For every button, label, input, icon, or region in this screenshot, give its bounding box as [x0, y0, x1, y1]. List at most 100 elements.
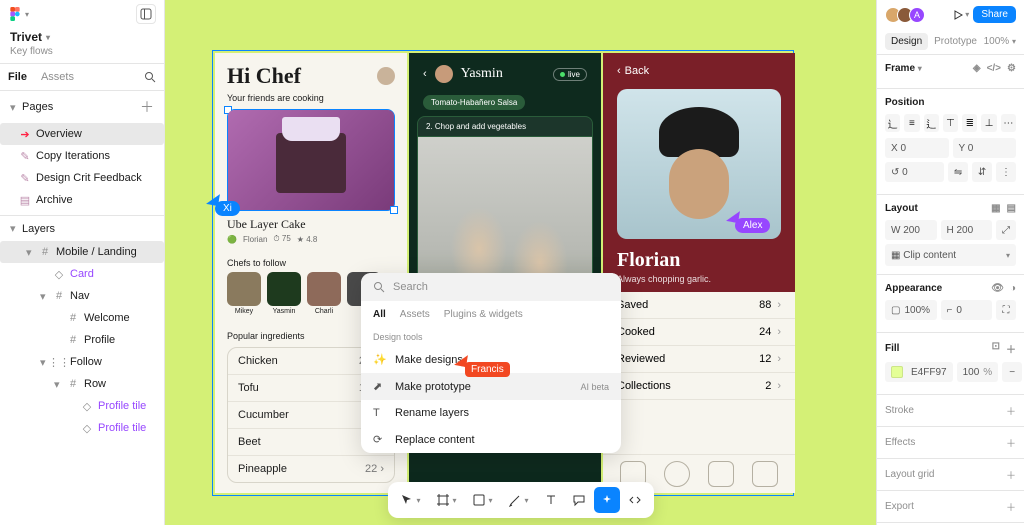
tab-video-icon[interactable] [708, 461, 734, 487]
layer-item[interactable]: ◇Profile tile [0, 395, 164, 417]
cursor-alex: Alex [735, 218, 770, 233]
radius-input[interactable]: ⌐0 [941, 300, 993, 320]
sparkle-icon [600, 493, 614, 507]
popover-tab[interactable]: Assets [400, 309, 430, 320]
align-hcenter-button[interactable]: ≡ [904, 114, 919, 132]
tool-shape[interactable]: ▾ [466, 487, 500, 513]
radius-detail-button[interactable]: ⛶ [996, 300, 1016, 320]
page-item[interactable]: ✎Design Crit Feedback [0, 167, 164, 189]
add-page-button[interactable]: ＋ [140, 97, 154, 117]
popover-tab[interactable]: All [373, 309, 386, 320]
back-button[interactable]: ‹ Back [603, 53, 795, 89]
stat-row[interactable]: Cooked24 › [603, 319, 795, 346]
remove-fill-button[interactable]: − [1002, 362, 1022, 382]
popover-action[interactable]: ⟳Replace content [361, 426, 621, 453]
popover-search-input[interactable]: Search [361, 273, 621, 301]
popover-action[interactable]: TRename layers [361, 400, 621, 426]
layer-item[interactable]: #Welcome [0, 307, 164, 329]
present-button[interactable]: ▾ [953, 10, 969, 20]
autolayout-tidy-icon[interactable]: ◈ [973, 63, 981, 74]
stat-row[interactable]: Saved88 › [603, 292, 795, 319]
rotation-input[interactable]: ↺ 0 [885, 162, 944, 182]
pages-header[interactable]: ▾Pages ＋ [0, 91, 164, 123]
zoom-dropdown[interactable]: 100% ▾ [984, 36, 1016, 47]
ingredient-row[interactable]: Pineapple22 › [228, 456, 394, 482]
layout-label: Layout [885, 203, 918, 214]
height-input[interactable]: H 200 [941, 220, 993, 240]
panel-section-collapsed[interactable]: Export＋ [877, 491, 1024, 523]
tab-assets[interactable]: Assets [41, 71, 74, 83]
panel-section-collapsed[interactable]: Layout grid＋ [877, 459, 1024, 491]
tab-prototype[interactable]: Prototype [928, 33, 983, 50]
popover-tab[interactable]: Plugins & widgets [444, 309, 523, 320]
fill-opacity-input[interactable]: 100% [957, 362, 999, 382]
opacity-input[interactable]: ▢100% [885, 300, 937, 320]
frame-profile[interactable]: ‹ Back Florian Always chopping garlic. S… [603, 53, 795, 493]
position-y-input[interactable]: Y 0 [953, 138, 1017, 158]
stat-row[interactable]: Reviewed12 › [603, 346, 795, 373]
tool-frame[interactable]: ▾ [430, 487, 464, 513]
fill-color-input[interactable]: E4FF97 [885, 362, 953, 382]
tab-search-icon[interactable] [664, 461, 690, 487]
tab-file[interactable]: File [8, 71, 27, 83]
recipe-card-selected[interactable] [227, 109, 395, 211]
tool-pen[interactable]: ▾ [502, 487, 536, 513]
width-input[interactable]: W 200 [885, 220, 937, 240]
align-vcenter-button[interactable]: ≣ [962, 114, 977, 132]
toggle-panels-button[interactable] [136, 4, 156, 24]
panel-section-collapsed[interactable]: Effects＋ [877, 427, 1024, 459]
grid-icon[interactable]: ▤ [1007, 203, 1016, 214]
chef-tile[interactable]: Charli [307, 272, 341, 315]
layer-item[interactable]: ▾⋮⋮Follow [0, 351, 164, 373]
add-fill-button[interactable]: ＋ [1006, 341, 1016, 356]
code-icon[interactable]: </> [987, 63, 1001, 74]
search-file-button[interactable] [144, 71, 156, 83]
figma-menu[interactable]: ▾ [8, 7, 29, 21]
chef-tile[interactable]: Mikey [227, 272, 261, 315]
flip-v-button[interactable]: ⇵ [972, 162, 992, 182]
layer-item[interactable]: ▾#Nav [0, 285, 164, 307]
file-name[interactable]: Trivet▾ [10, 30, 154, 44]
align-right-button[interactable]: ⻍ [924, 114, 939, 132]
tool-comment[interactable] [566, 487, 592, 513]
panel-section-collapsed[interactable]: Stroke＋ [877, 395, 1024, 427]
tool-devmode[interactable] [622, 487, 648, 513]
align-left-button[interactable]: ⻌ [885, 114, 900, 132]
popover-action[interactable]: ⬈Make prototypeAI beta [361, 373, 621, 400]
chefs-heading: Chefs to follow [227, 258, 395, 268]
visibility-icon[interactable]: 👁 [991, 283, 1004, 294]
constrain-button[interactable]: ⤢ [996, 220, 1016, 240]
autolayout-icon[interactable]: ▦ [991, 203, 1000, 214]
tool-text[interactable] [538, 487, 564, 513]
cursor-icon [400, 493, 414, 507]
settings-icon[interactable]: ⚙ [1007, 63, 1016, 74]
position-more-button[interactable]: ⋮ [996, 162, 1016, 182]
tool-actions[interactable] [594, 487, 620, 513]
layers-header[interactable]: ▾Layers [0, 215, 164, 241]
page-item[interactable]: ▤Archive [0, 189, 164, 211]
layer-item[interactable]: ▾#Mobile / Landing [0, 241, 164, 263]
share-button[interactable]: Share [973, 6, 1016, 23]
layer-item[interactable]: ▾#Row [0, 373, 164, 395]
clip-content-dropdown[interactable]: ▦ Clip content▾ [885, 244, 1016, 266]
tab-chef-icon[interactable] [752, 461, 778, 487]
page-item[interactable]: ✎Copy Iterations [0, 145, 164, 167]
align-more-button[interactable]: ⋯ [1001, 114, 1016, 132]
layer-item[interactable]: #Profile [0, 329, 164, 351]
align-bottom-button[interactable]: ⊥ [981, 114, 996, 132]
canvas[interactable]: Hi Chef Your friends are cooking Ube Lay… [165, 0, 876, 525]
tool-move[interactable]: ▾ [394, 487, 428, 513]
page-item[interactable]: ➔Overview [0, 123, 164, 145]
position-x-input[interactable]: X 0 [885, 138, 949, 158]
chef-tile[interactable]: Yasmin [267, 272, 301, 315]
blend-icon[interactable]: ◑ [1010, 283, 1016, 294]
align-top-button[interactable]: ⊤ [943, 114, 958, 132]
layer-item[interactable]: ◇Card [0, 263, 164, 285]
frame-dropdown[interactable]: Frame ▾ [885, 63, 922, 74]
stat-row[interactable]: Collections2 › [603, 373, 795, 400]
fill-styles-icon[interactable]: ⊡ [992, 341, 1000, 356]
tab-design[interactable]: Design [885, 33, 928, 50]
flip-h-button[interactable]: ⇋ [948, 162, 968, 182]
layer-item[interactable]: ◇Profile tile [0, 417, 164, 439]
collaborator-avatars[interactable]: A [885, 7, 925, 23]
